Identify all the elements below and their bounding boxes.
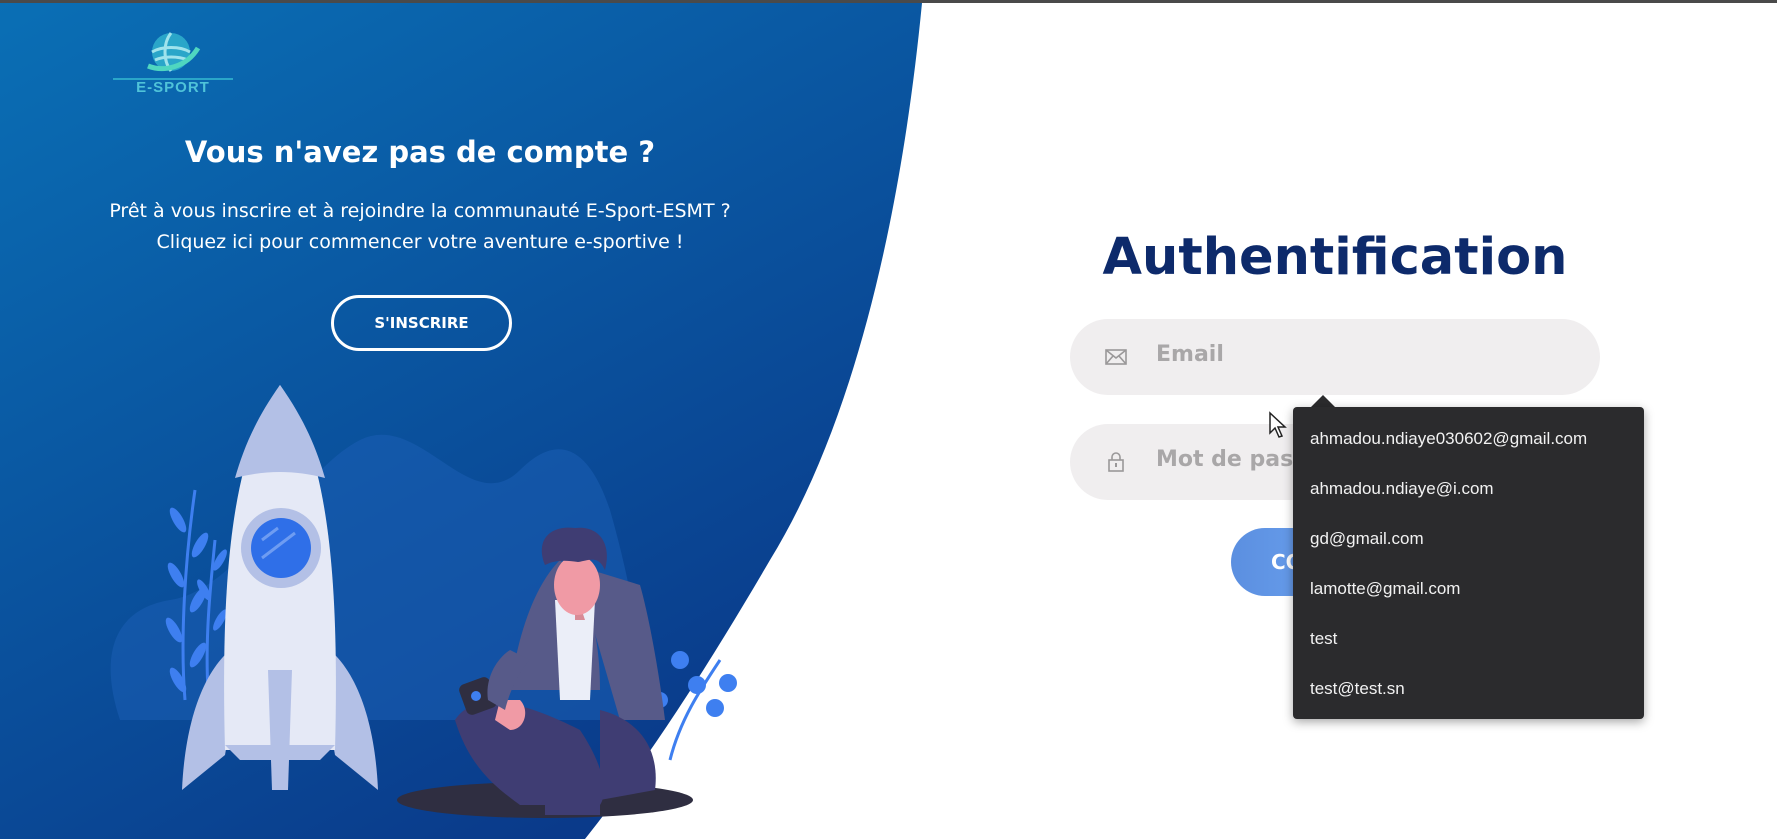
autocomplete-item[interactable]: gd@gmail.com — [1293, 514, 1644, 564]
logo-text: E-SPORT — [136, 79, 210, 96]
mouse-cursor-icon — [1269, 411, 1287, 438]
signup-prompt-line2: Cliquez ici pour commencer votre aventur… — [156, 231, 684, 253]
email-placeholder: Email — [1156, 342, 1224, 367]
autocomplete-item[interactable]: test — [1293, 614, 1644, 664]
envelope-icon — [1105, 349, 1127, 365]
signup-prompt-line1: Prêt à vous inscrire et à rejoindre la c… — [109, 200, 731, 222]
autocomplete-item[interactable]: test@test.sn — [1293, 664, 1644, 714]
lock-icon — [1108, 452, 1124, 472]
autocomplete-item[interactable]: ahmadou.ndiaye@i.com — [1293, 464, 1644, 514]
signup-prompt-title: Vous n'avez pas de compte ? — [184, 135, 656, 169]
autocomplete-item[interactable]: ahmadou.ndiaye030602@gmail.com — [1293, 414, 1644, 464]
autocomplete-item[interactable]: lamotte@gmail.com — [1293, 564, 1644, 614]
email-field[interactable]: Email — [1070, 319, 1600, 395]
auth-title: Authentification — [1102, 228, 1568, 287]
signup-button[interactable]: S'INSCRIRE — [331, 295, 512, 351]
email-autocomplete-dropdown: ahmadou.ndiaye030602@gmail.com ahmadou.n… — [1293, 407, 1644, 719]
